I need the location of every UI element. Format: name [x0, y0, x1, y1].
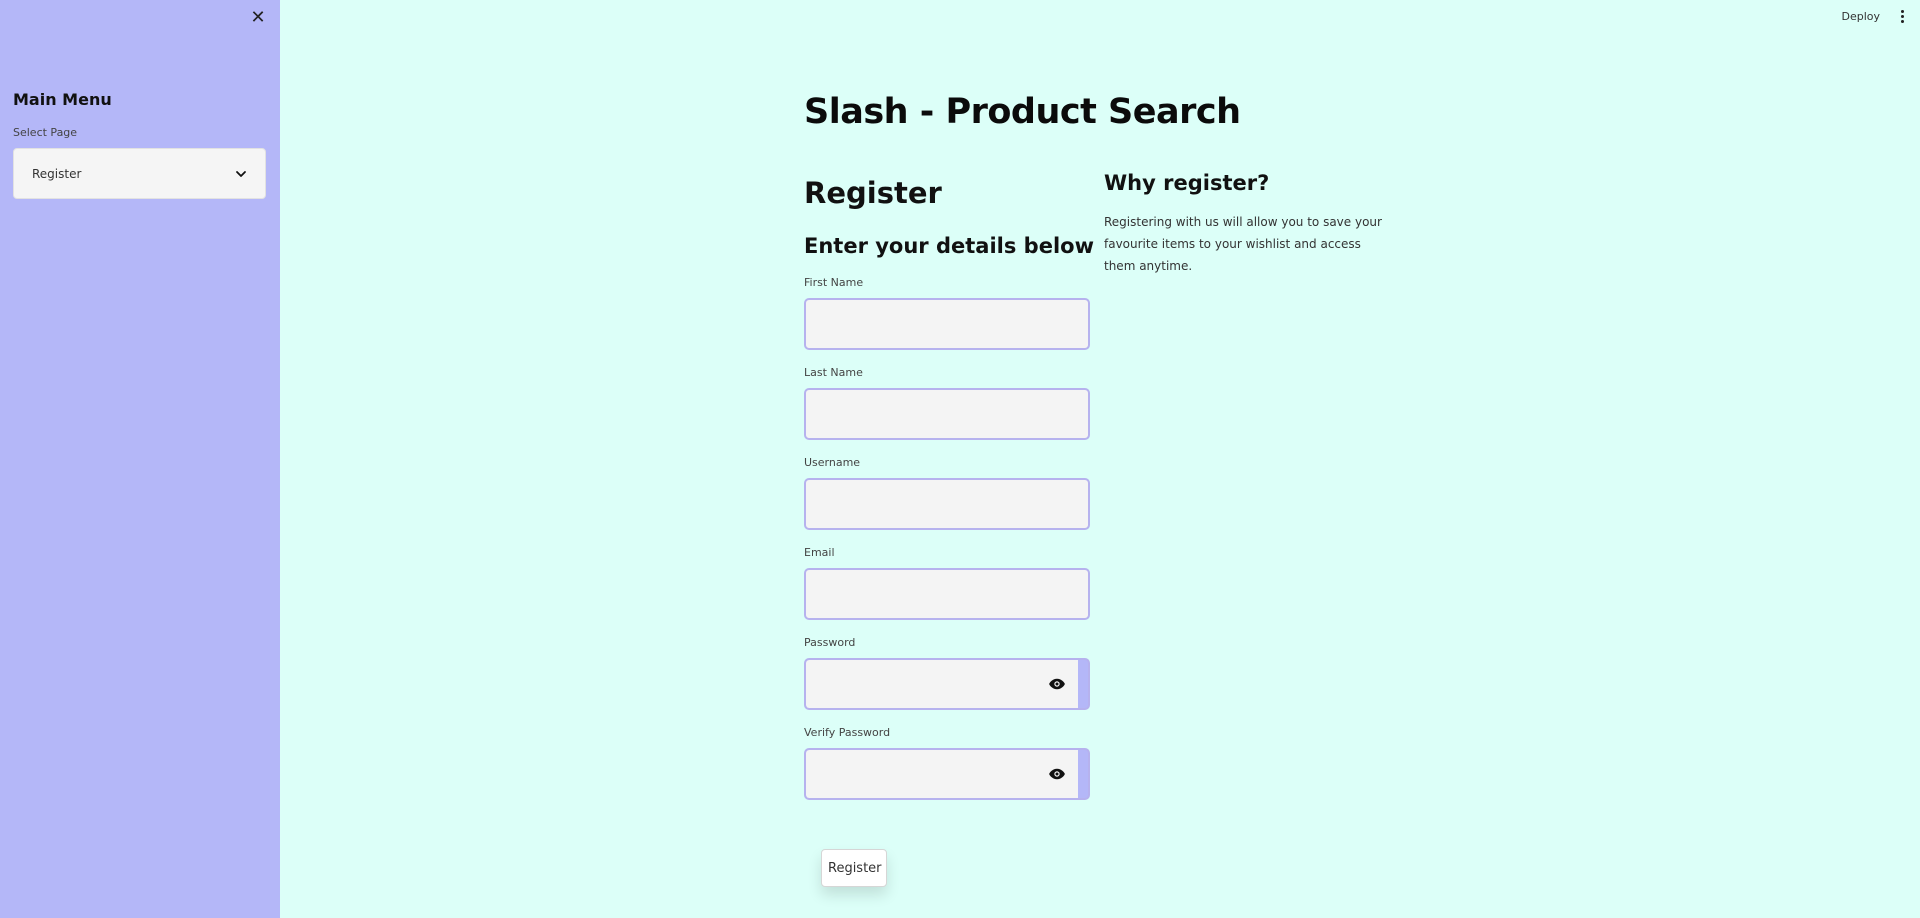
why-register-text: Registering with us will allow you to sa…: [1104, 215, 1382, 273]
last-name-field[interactable]: [804, 388, 1090, 440]
verify-password-label: Verify Password: [804, 726, 891, 739]
password-input[interactable]: [806, 660, 1026, 708]
page-title: Slash - Product Search: [804, 92, 1241, 132]
verify-password-input-area[interactable]: [806, 750, 1078, 798]
username-field[interactable]: [804, 478, 1090, 530]
last-name-label: Last Name: [804, 366, 863, 379]
eye-icon[interactable]: [1048, 765, 1066, 783]
email-field[interactable]: [804, 568, 1090, 620]
first-name-input[interactable]: [806, 300, 1088, 348]
close-icon[interactable]: ✕: [248, 8, 268, 28]
first-name-label: First Name: [804, 276, 864, 289]
register-subheading: Enter your details below: [804, 234, 1094, 258]
username-label: Username: [804, 456, 861, 469]
password-label: Password: [804, 636, 856, 649]
page-select-value: Register: [32, 166, 82, 181]
first-name-field[interactable]: [804, 298, 1090, 350]
deploy-button[interactable]: Deploy: [1841, 10, 1880, 23]
verify-password-field[interactable]: [804, 748, 1090, 800]
app-root: ✕ Main Menu Select Page Register Deploy …: [0, 0, 1920, 918]
sidebar-title: Main Menu: [13, 90, 112, 109]
page-select[interactable]: Register: [13, 148, 266, 199]
password-input-area[interactable]: [806, 660, 1078, 708]
select-page-label: Select Page: [13, 126, 78, 139]
email-input[interactable]: [806, 570, 1088, 618]
username-input[interactable]: [806, 480, 1088, 528]
chevron-down-icon: [235, 168, 247, 180]
register-heading: Register: [804, 176, 942, 210]
verify-password-input[interactable]: [806, 750, 1026, 798]
password-field[interactable]: [804, 658, 1090, 710]
why-register-title: Why register?: [1104, 171, 1270, 195]
email-label: Email: [804, 546, 835, 559]
eye-icon[interactable]: [1048, 675, 1066, 693]
last-name-input[interactable]: [806, 390, 1088, 438]
kebab-menu-icon[interactable]: [1898, 9, 1906, 25]
register-button[interactable]: Register: [821, 849, 887, 887]
sidebar: ✕ Main Menu Select Page Register: [0, 0, 280, 918]
